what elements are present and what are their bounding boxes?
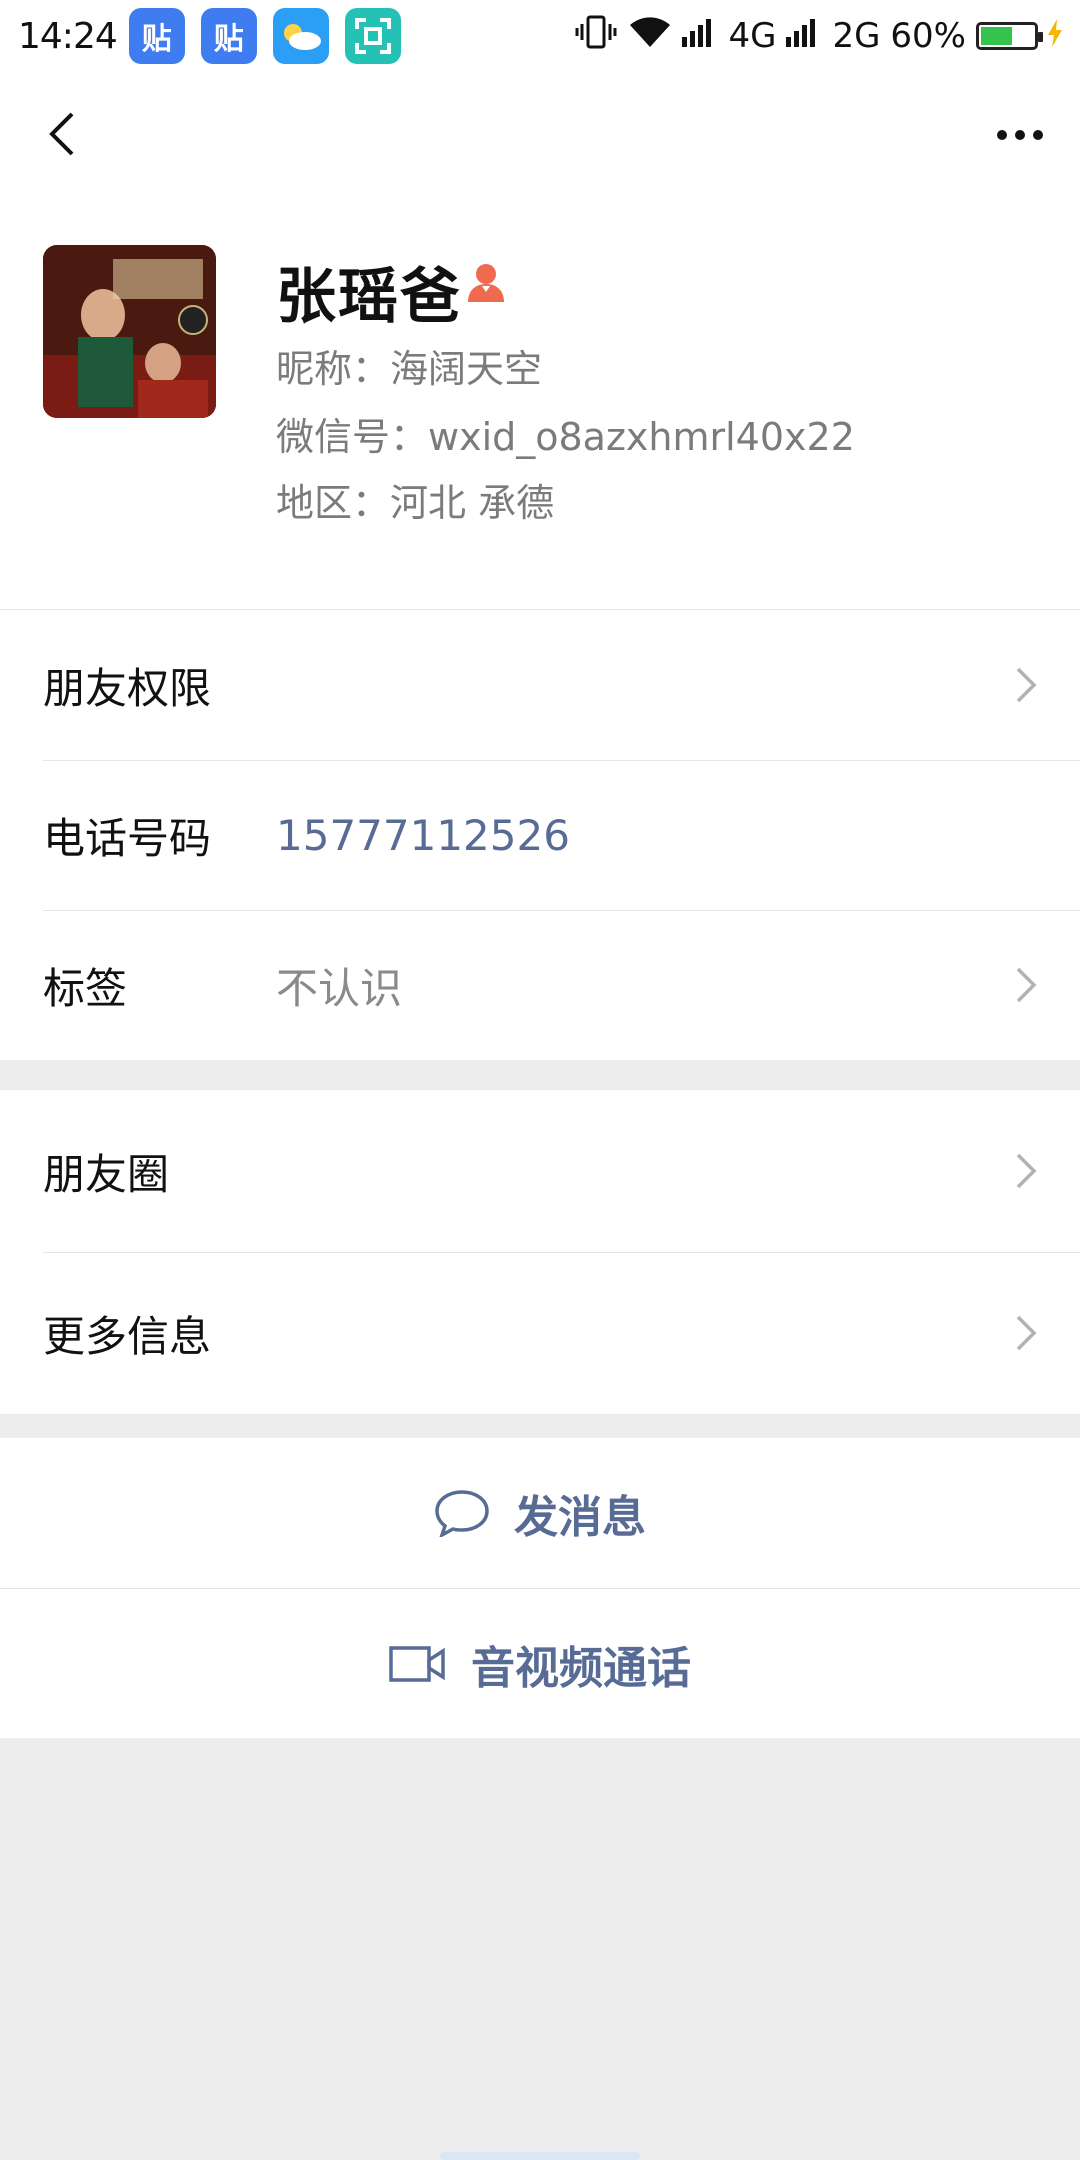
more-info-label: 更多信息 xyxy=(43,1311,212,1361)
friend-permissions-row[interactable]: 朋友权限 xyxy=(0,610,1080,760)
status-bar: 14:24 贴 贴 4G 2G 60% xyxy=(0,0,1080,72)
signal-icon xyxy=(682,16,718,56)
vibrate-icon xyxy=(574,14,618,59)
female-icon xyxy=(464,260,508,304)
scan-icon xyxy=(344,8,401,64)
friend-permissions-label: 朋友权限 xyxy=(43,663,212,713)
video-call-label: 音视频通话 xyxy=(471,1642,691,1694)
signal-icon xyxy=(786,16,822,56)
contact-name: 张瑶爸 xyxy=(276,262,462,332)
send-message-label: 发消息 xyxy=(514,1492,646,1543)
status-time: 14:24 xyxy=(18,15,118,57)
more-info-row[interactable]: 更多信息 xyxy=(0,1252,1080,1414)
battery-fill xyxy=(981,27,1013,45)
moments-label: 朋友圈 xyxy=(43,1149,170,1199)
contact-profile-page: 14:24 贴 贴 4G 2G 60% 张瑶爸 昵称：海阔天空 微信号：wxid… xyxy=(0,0,1080,2160)
phone-label: 电话号码 xyxy=(43,813,212,863)
video-camera-icon xyxy=(389,1644,447,1684)
more-button[interactable] xyxy=(980,102,1060,166)
tieba-icon: 贴 xyxy=(200,8,257,64)
tag-row[interactable]: 标签 不认识 xyxy=(0,910,1080,1060)
nickname: 昵称：海阔天空 xyxy=(276,347,543,391)
social-group: 朋友圈 更多信息 xyxy=(0,1090,1080,1414)
back-button[interactable] xyxy=(30,102,94,166)
status-indicators: 4G 2G 60% xyxy=(574,14,1062,59)
wifi-icon xyxy=(628,15,672,58)
more-dots-icon xyxy=(993,125,1047,144)
tieba-icon: 贴 xyxy=(128,8,185,64)
chevron-right-icon xyxy=(1016,967,1037,1003)
battery-percent: 60% xyxy=(890,16,966,56)
region: 地区：河北 承德 xyxy=(276,481,555,525)
chevron-right-icon xyxy=(1016,1315,1037,1351)
tag-label: 标签 xyxy=(43,963,128,1013)
profile-header: 张瑶爸 昵称：海阔天空 微信号：wxid_o8azxhmrl40x22 地区：河… xyxy=(0,202,1080,610)
send-message-button[interactable]: 发消息 xyxy=(0,1438,1080,1588)
phone-row: 电话号码 15777112526 xyxy=(0,760,1080,910)
info-group: 朋友权限 电话号码 15777112526 标签 不认识 xyxy=(0,610,1080,1060)
nav-bar xyxy=(0,72,1080,202)
phone-number-link[interactable]: 15777112526 xyxy=(276,811,570,860)
battery-icon xyxy=(976,22,1043,50)
network-4g: 4G xyxy=(728,16,777,56)
video-call-button[interactable]: 音视频通话 xyxy=(0,1588,1080,1738)
weather-icon xyxy=(272,8,329,64)
chevron-right-icon xyxy=(1016,1153,1037,1189)
home-indicator[interactable] xyxy=(440,2152,640,2160)
network-2g: 2G xyxy=(832,16,881,56)
chevron-left-icon xyxy=(49,112,74,156)
tag-value: 不认识 xyxy=(276,963,403,1013)
chevron-right-icon xyxy=(1016,667,1037,703)
chat-bubble-icon xyxy=(434,1489,490,1537)
wechat-id: 微信号：wxid_o8azxhmrl40x22 xyxy=(276,415,855,459)
charging-icon xyxy=(1048,16,1062,56)
moments-row[interactable]: 朋友圈 xyxy=(0,1090,1080,1252)
action-buttons: 发消息 音视频通话 xyxy=(0,1438,1080,1738)
avatar[interactable] xyxy=(43,245,216,418)
